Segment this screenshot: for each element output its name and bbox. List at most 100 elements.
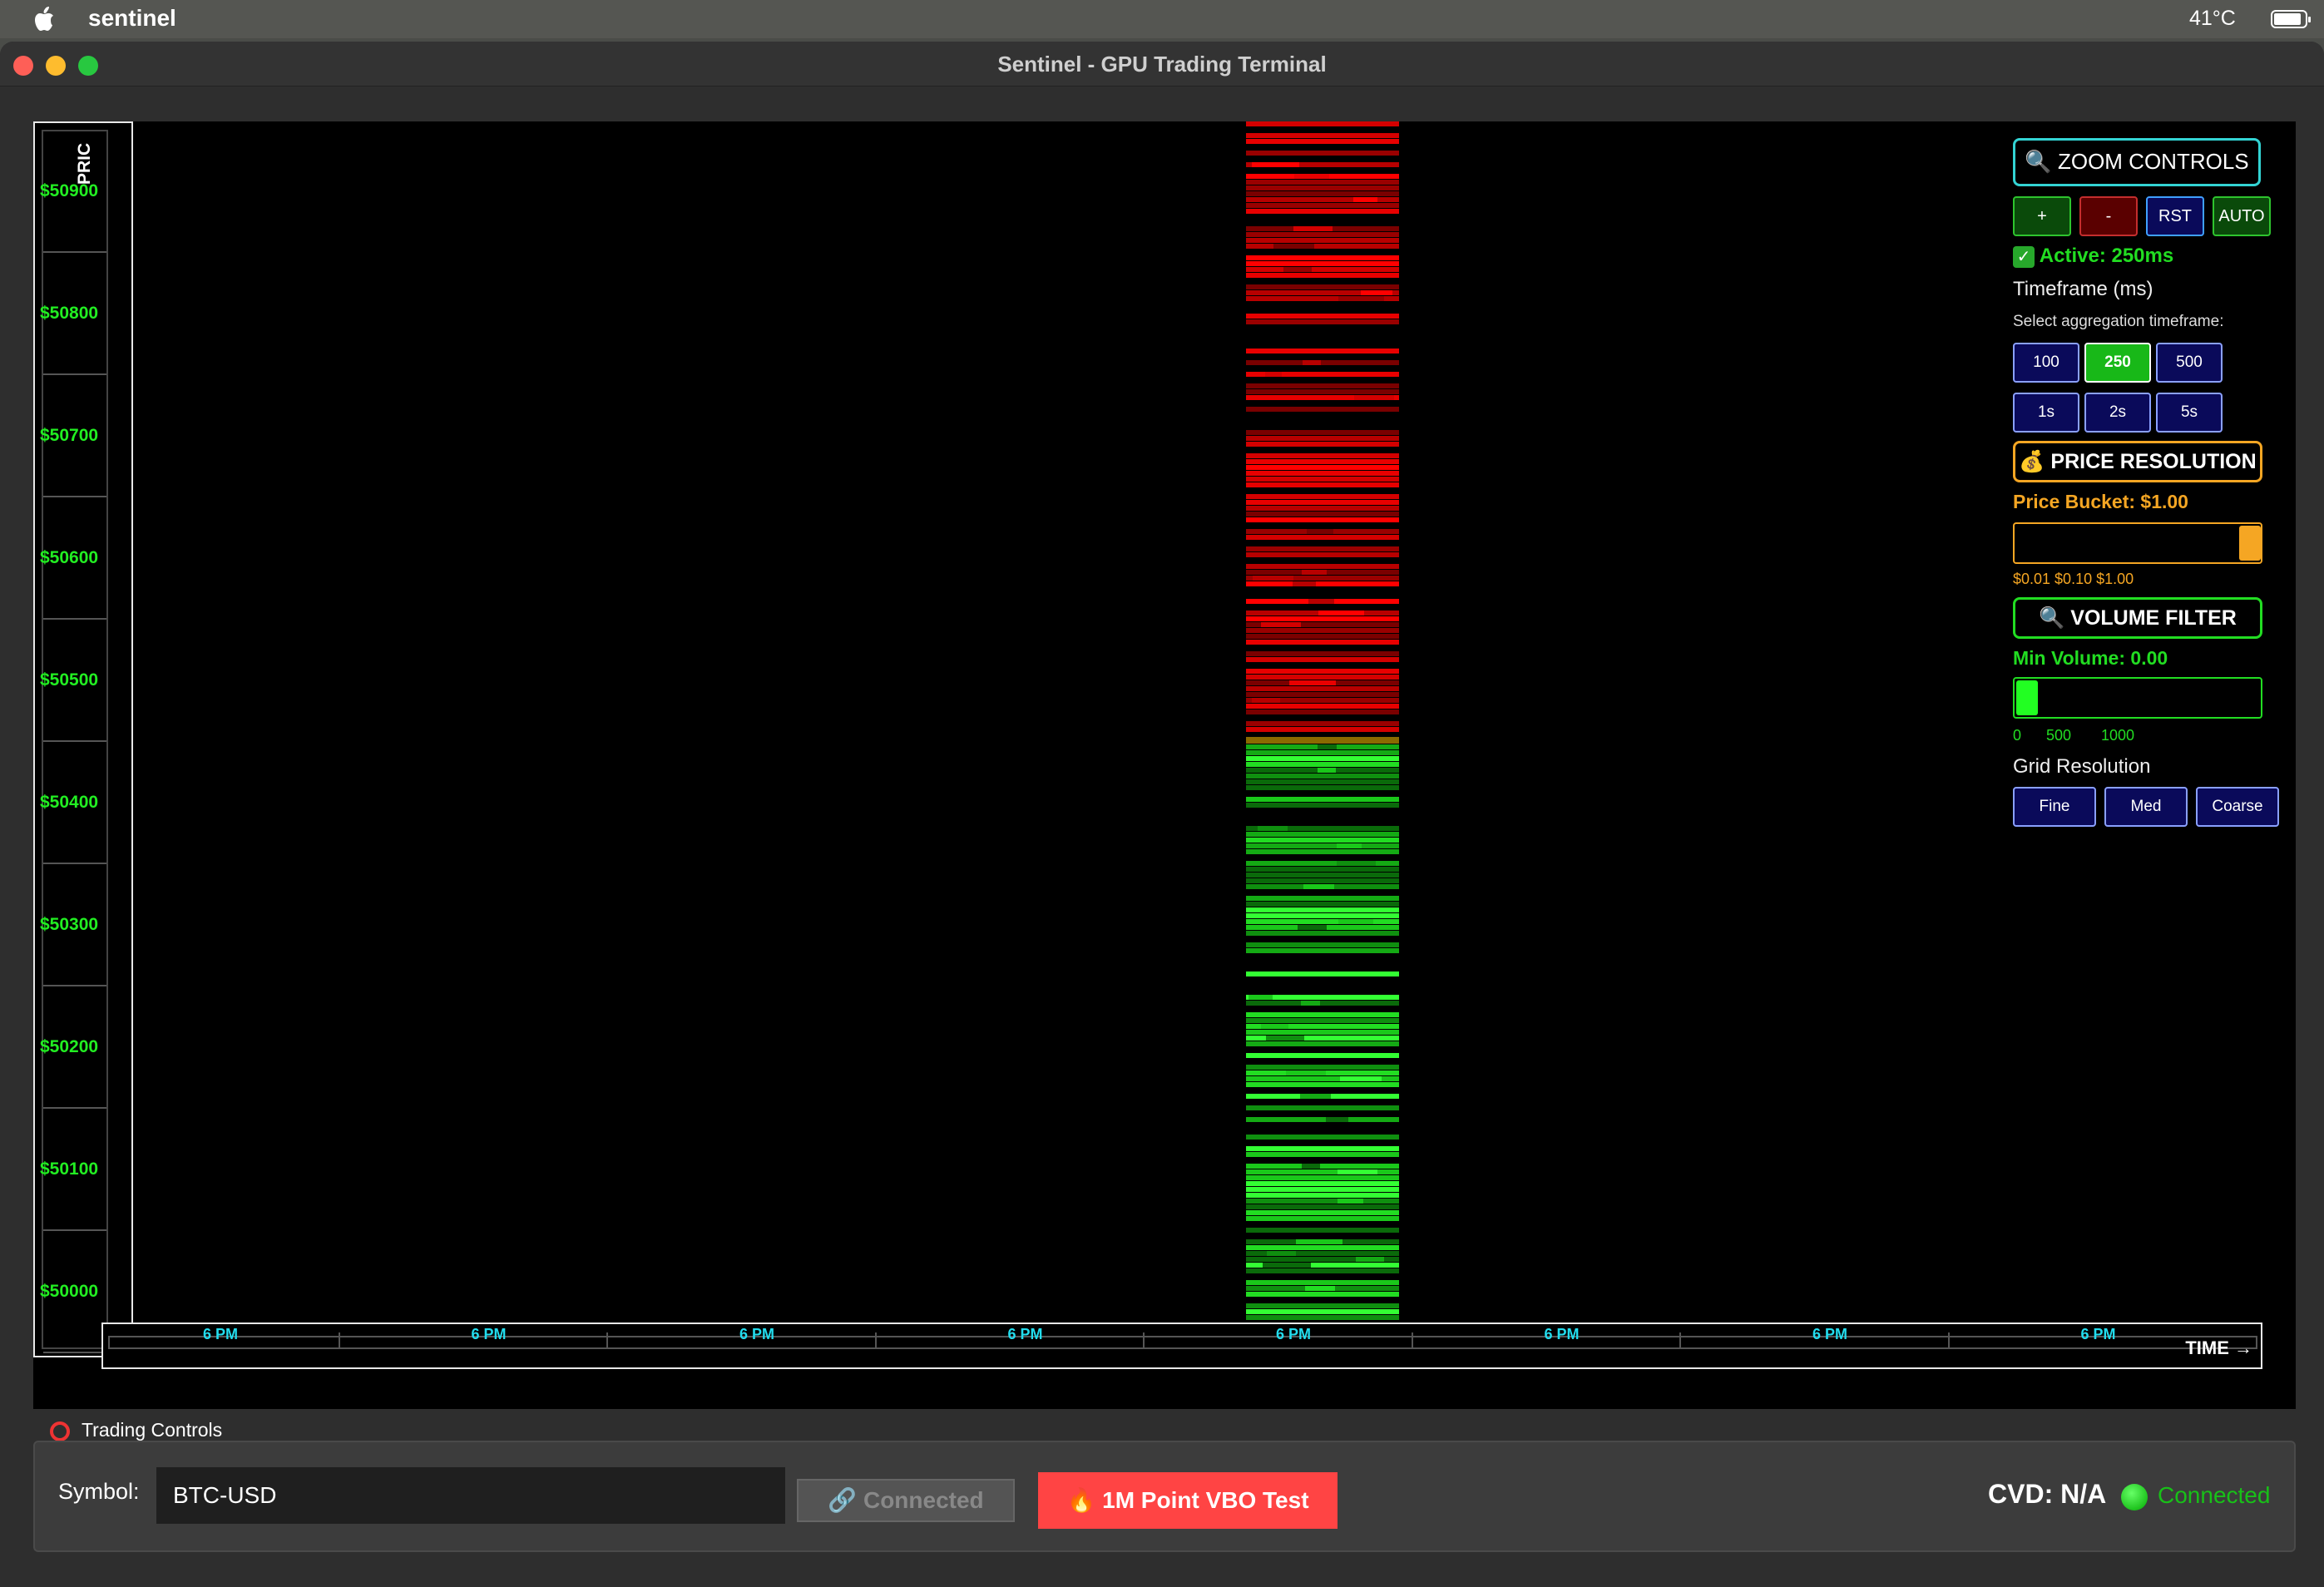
price-resolution-label: PRICE RESOLUTION (2050, 450, 2257, 473)
ask-cell (1338, 296, 1384, 301)
price-axis-label: $50800 (40, 304, 99, 323)
timeframe-option-2s[interactable]: 2s (2084, 393, 2151, 433)
price-bucket-slider-thumb[interactable] (2239, 526, 2261, 561)
timeframe-option-500[interactable]: 500 (2156, 343, 2223, 383)
ask-level (1246, 616, 1399, 621)
ask-level (1246, 581, 1399, 586)
grid-coarse-button[interactable]: Coarse (2196, 787, 2279, 827)
apple-icon[interactable] (33, 5, 58, 33)
ask-cell (1293, 581, 1316, 586)
ask-cell (1354, 395, 1394, 400)
bid-level (1246, 1315, 1399, 1320)
bid-level (1246, 896, 1399, 901)
zoom-controls-button[interactable]: 🔍 ZOOM CONTROLS (2013, 138, 2261, 186)
ask-level (1246, 185, 1399, 190)
app-name[interactable]: sentinel (88, 5, 176, 32)
grid-med-button[interactable]: Med (2104, 787, 2188, 827)
timeframe-option-250[interactable]: 250 (2084, 343, 2151, 383)
bid-cell (1265, 1105, 1286, 1110)
symbol-input[interactable] (156, 1467, 785, 1524)
cvd-readout: CVD: N/A (1988, 1479, 2107, 1509)
order-book-heatmap[interactable] (133, 121, 2296, 1357)
menu-bar: sentinel 41°C (0, 0, 2324, 38)
bid-cell (1260, 785, 1288, 790)
price-bucket-slider[interactable] (2013, 522, 2262, 564)
bid-cell (1338, 1169, 1377, 1174)
ask-level (1246, 407, 1399, 412)
bid-cell (1359, 931, 1396, 936)
zoom-reset-button[interactable]: RST (2146, 196, 2204, 236)
bid-level (1246, 1303, 1399, 1308)
zoom-out-button[interactable]: - (2079, 196, 2138, 236)
timeframe-option-1s[interactable]: 1s (2013, 393, 2079, 433)
connect-button[interactable]: 🔗 Connected (797, 1479, 1015, 1522)
bid-cell (1338, 1199, 1363, 1204)
ask-level (1246, 704, 1399, 709)
bid-level (1246, 1210, 1399, 1215)
bid-cell (1267, 1251, 1296, 1256)
bid-level (1246, 1053, 1399, 1058)
ask-level (1246, 494, 1399, 499)
bid-level (1246, 1216, 1399, 1221)
bid-level (1246, 1204, 1399, 1209)
ask-cell (1303, 360, 1321, 365)
ask-cell (1294, 174, 1329, 179)
time-axis-label: 6 PM (2080, 1326, 2116, 1342)
ask-level (1246, 209, 1399, 214)
ask-level (1246, 675, 1399, 680)
ask-level (1246, 500, 1399, 505)
ask-cell (1302, 570, 1327, 575)
price-axis-tick (43, 740, 106, 742)
bid-cell (1305, 1286, 1335, 1291)
ask-cell (1307, 721, 1342, 726)
ask-cell (1284, 657, 1319, 662)
price-axis-tick (43, 1352, 106, 1353)
battery-icon[interactable] (2271, 10, 2311, 28)
fire-icon: 🔥 (1066, 1487, 1096, 1513)
vbo-test-button[interactable]: 🔥 1M Point VBO Test (1038, 1472, 1338, 1529)
bid-level (1246, 779, 1399, 784)
min-volume-slider-thumb[interactable] (2016, 680, 2038, 715)
connect-button-label: Connected (863, 1487, 984, 1513)
volume-filter-button[interactable]: 🔍 VOLUME FILTER (2013, 597, 2262, 639)
ask-level (1246, 383, 1399, 388)
bid-level (1246, 1164, 1399, 1169)
app-window: Sentinel - GPU Trading Terminal PRIC $50… (0, 42, 2324, 1587)
ask-level (1246, 459, 1399, 464)
bid-level (1246, 913, 1399, 918)
zoom-auto-button[interactable]: AUTO (2213, 196, 2271, 236)
bid-level (1246, 867, 1399, 872)
connection-status-text: Connected (2158, 1482, 2271, 1508)
bid-cell (1296, 1239, 1342, 1244)
price-resolution-button[interactable]: 💰 PRICE RESOLUTION (2013, 441, 2262, 482)
price-axis-tick (43, 1107, 106, 1109)
price-axis-tick (43, 373, 106, 375)
zoom-in-button[interactable]: + (2013, 196, 2071, 236)
price-axis-label: $50000 (40, 1282, 99, 1301)
price-axis-title: PRIC (75, 142, 94, 185)
ask-cell (1283, 267, 1312, 272)
zoom-active-status: ✓ Active: 250ms (2013, 245, 2173, 268)
bid-level (1246, 1030, 1399, 1035)
grid-fine-button[interactable]: Fine (2013, 787, 2096, 827)
bid-cell (1337, 861, 1376, 866)
ask-cell (1291, 535, 1313, 540)
time-axis-separator (1679, 1332, 1681, 1349)
ask-level (1246, 628, 1399, 633)
min-volume-slider[interactable] (2013, 677, 2262, 719)
bid-cell (1263, 1263, 1311, 1268)
timeframe-option-5s[interactable]: 5s (2156, 393, 2223, 433)
bid-cell (1338, 1204, 1359, 1209)
money-bag-icon: 💰 (2019, 450, 2045, 473)
price-axis-tick (43, 251, 106, 253)
timeframe-option-100[interactable]: 100 (2013, 343, 2079, 383)
ask-level (1246, 436, 1399, 441)
ask-level (1246, 512, 1399, 517)
ask-level (1246, 261, 1399, 266)
bid-cell (1318, 744, 1337, 749)
ask-level (1246, 634, 1399, 639)
bid-cell (1258, 826, 1288, 831)
price-axis-tick (43, 496, 106, 497)
ask-cell (1307, 529, 1333, 534)
ask-cell (1318, 611, 1364, 616)
